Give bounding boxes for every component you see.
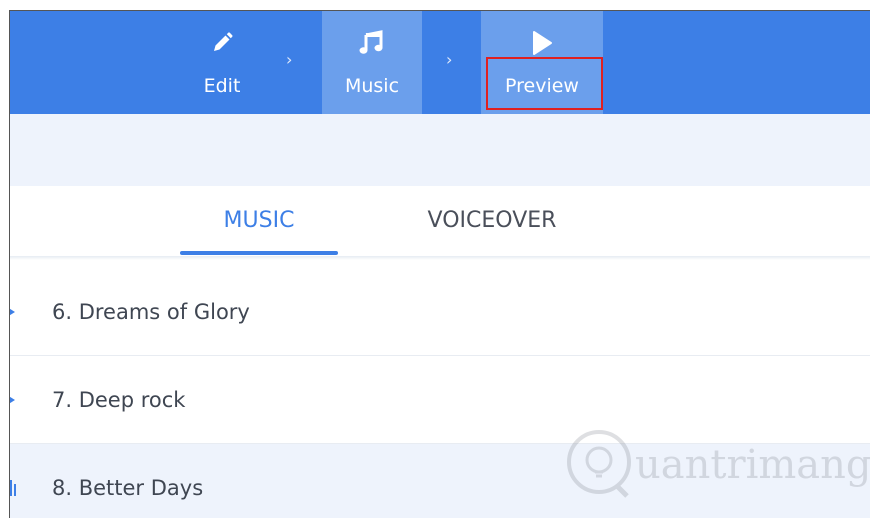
equalizer-icon: [10, 480, 16, 496]
track-row[interactable]: 6. Dreams of Glory: [10, 268, 870, 356]
step-music-label: Music: [344, 75, 400, 97]
tabs-divider: [10, 256, 870, 260]
app-window: Edit › Music › Preview MUSIC VOICEOVER 6…: [9, 10, 870, 518]
track-title: 8. Better Days: [52, 476, 204, 500]
play-icon: [481, 30, 603, 56]
step-edit[interactable]: Edit: [172, 11, 272, 114]
step-music[interactable]: Music: [322, 11, 422, 114]
chevron-right-icon: ›: [286, 50, 293, 69]
tab-music[interactable]: MUSIC: [180, 186, 338, 256]
track-row-selected[interactable]: 8. Better Days: [10, 444, 870, 518]
chevron-right-icon: ›: [446, 50, 453, 69]
music-note-icon: [322, 30, 422, 56]
toolbar-band: [10, 114, 870, 186]
step-edit-label: Edit: [203, 75, 241, 97]
tab-voiceover[interactable]: VOICEOVER: [410, 186, 574, 256]
step-navigation-bar: Edit › Music › Preview: [10, 11, 870, 114]
play-icon: [10, 393, 15, 407]
audio-tabs: MUSIC VOICEOVER: [10, 186, 870, 256]
track-title: 6. Dreams of Glory: [52, 300, 250, 324]
active-tab-indicator: [180, 251, 338, 255]
track-row[interactable]: 7. Deep rock: [10, 356, 870, 444]
track-title: 7. Deep rock: [52, 388, 186, 412]
pencil-icon: [172, 30, 272, 56]
preview-highlight-box: [486, 57, 603, 110]
play-icon: [10, 305, 15, 319]
